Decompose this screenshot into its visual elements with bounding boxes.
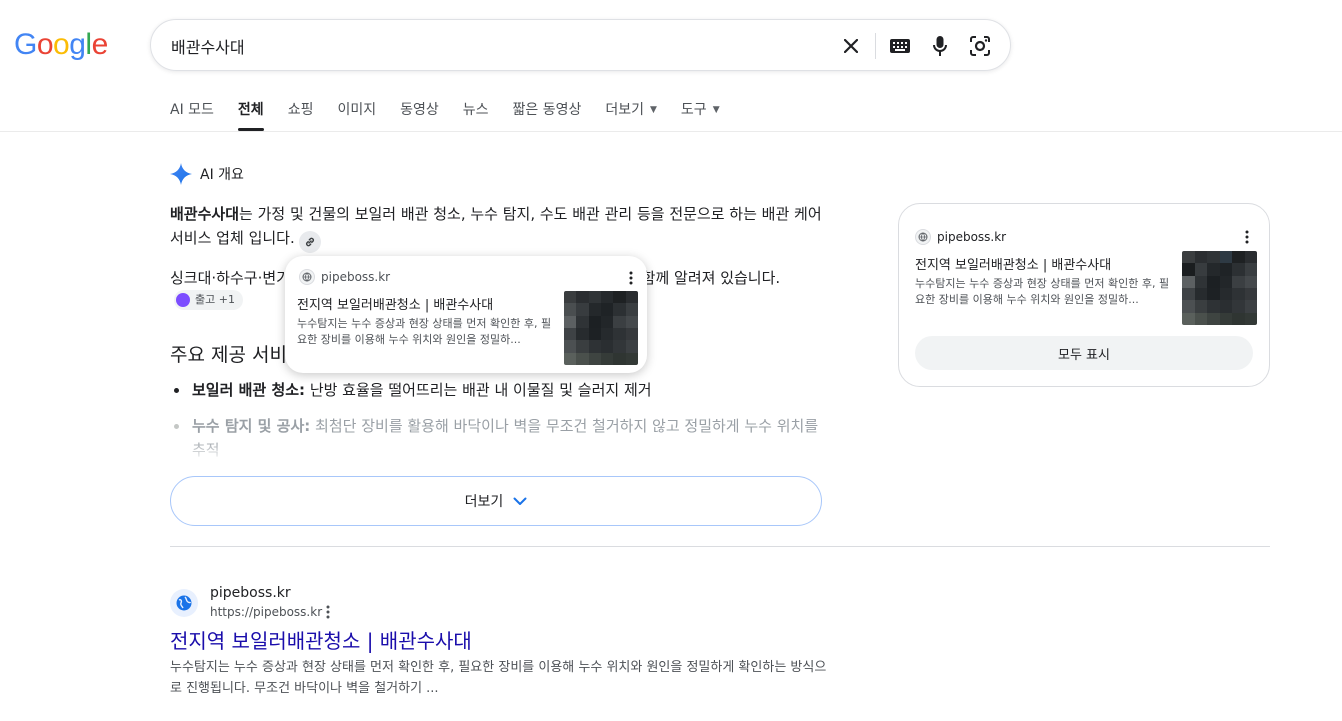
tab-tools[interactable]: 도구 ▼: [681, 100, 720, 132]
sources-panel: pipeboss.kr 전지역 보일러배관청소 | 배관수사대 누수탐지는 누수…: [898, 203, 1270, 387]
source-site-name: pipeboss.kr: [321, 270, 391, 284]
source-site-name: pipeboss.kr: [937, 230, 1007, 244]
search-input[interactable]: 배관수사대: [171, 34, 245, 58]
source-header: pipeboss.kr: [915, 229, 1006, 245]
google-logo[interactable]: Google: [14, 28, 108, 62]
microphone-icon[interactable]: [926, 32, 954, 60]
more-options-icon[interactable]: [629, 270, 633, 289]
ai-text: 입니다.: [248, 229, 295, 247]
globe-icon: [915, 229, 931, 245]
logo-letter: o: [36, 28, 54, 61]
tab-all[interactable]: 전체: [237, 100, 264, 132]
ai-overview-paragraph: 배관수사대는 가정 및 건물의 보일러 배관 청소, 누수 탐지, 수도 배관 …: [170, 202, 830, 253]
result-site-name[interactable]: pipeboss.kr: [210, 585, 291, 601]
section-divider: [170, 546, 1270, 547]
tab-images[interactable]: 이미지: [337, 100, 376, 132]
show-more-button[interactable]: 더보기: [170, 476, 822, 526]
search-divider: [875, 33, 876, 59]
source-description: 누수탐지는 누수 증상과 현장 상태를 먼저 확인한 후, 필요한 장비를 이용…: [297, 317, 552, 346]
site-favicon[interactable]: [170, 589, 198, 617]
source-thumbnail: [564, 291, 638, 365]
globe-icon: [299, 269, 315, 285]
source-thumbnail: [1182, 251, 1257, 325]
source-description: 누수탐지는 누수 증상과 현장 상태를 먼저 확인한 후, 필요한 장비를 이용…: [915, 277, 1170, 306]
source-header: pipeboss.kr: [299, 269, 390, 285]
show-all-button[interactable]: 모두 표시: [915, 336, 1253, 370]
list-item: 보일러 배관 청소: 난방 효율을 떨어뜨리는 배관 내 이물질 및 슬러지 제…: [170, 378, 830, 402]
more-options-icon[interactable]: [1245, 229, 1249, 248]
tab-news[interactable]: 뉴스: [463, 100, 489, 132]
tab-shopping[interactable]: 쇼핑: [288, 100, 314, 132]
search-actions: [837, 32, 994, 60]
fade-overlay: [170, 440, 830, 462]
show-more-label: 더보기: [464, 494, 504, 510]
reference-chip-label: 출고 +1: [195, 293, 235, 306]
list-item-text: 난방 효율을 떨어뜨리는 배관 내 이물질 및 슬러지 제거: [305, 381, 652, 399]
gemini-spark-icon: [170, 163, 192, 185]
caret-down-icon: ▼: [712, 105, 720, 115]
search-box[interactable]: 배관수사대: [150, 19, 1011, 71]
ai-overview-header: AI 개요: [170, 163, 244, 185]
logo-letter: G: [14, 28, 37, 61]
list-item-title: 보일러 배관 청소:: [192, 381, 306, 399]
search-tabs: AI 모드 전체 쇼핑 이미지 동영상 뉴스 짧은 동영상 더보기 ▼ 도구 ▼: [170, 100, 744, 132]
source-avatar-icon: [176, 293, 190, 307]
lens-icon[interactable]: [966, 32, 994, 60]
keyboard-icon[interactable]: [886, 32, 914, 60]
logo-letter: e: [91, 28, 109, 61]
tab-videos[interactable]: 동영상: [400, 100, 439, 132]
clear-icon[interactable]: [837, 32, 865, 60]
result-snippet: 누수탐지는 누수 증상과 현장 상태를 먼저 확인한 후, 필요한 장비를 이용…: [170, 660, 827, 696]
more-options-icon[interactable]: [326, 604, 330, 623]
tabs-divider: [0, 131, 1342, 132]
tab-short-videos[interactable]: 짧은 동영상: [513, 100, 582, 132]
ai-keyword: 배관수사대: [170, 205, 240, 223]
globe-icon: [176, 595, 192, 611]
tab-more-label: 더보기: [605, 102, 644, 118]
source-title[interactable]: 전지역 보일러배관청소 | 배관수사대: [297, 294, 493, 313]
result-title-link[interactable]: 전지역 보일러배관청소 | 배관수사대: [170, 625, 472, 654]
list-item-title: 누수 탐지 및 공사:: [192, 417, 311, 435]
caret-down-icon: ▼: [650, 105, 657, 115]
logo-letter: o: [53, 28, 70, 61]
source-title[interactable]: 전지역 보일러배관청소 | 배관수사대: [915, 254, 1111, 273]
result-url[interactable]: https://pipeboss.kr: [210, 605, 322, 619]
link-icon[interactable]: [298, 231, 321, 253]
chevron-down-icon: [513, 497, 527, 505]
tab-tools-label: 도구: [680, 102, 707, 118]
logo-letter: g: [69, 28, 86, 61]
source-preview-card[interactable]: pipeboss.kr 전지역 보일러배관청소 | 배관수사대 누수탐지는 누수…: [285, 256, 647, 373]
tab-more[interactable]: 더보기 ▼: [605, 100, 657, 132]
tab-ai-mode[interactable]: AI 모드: [170, 100, 214, 132]
reference-chip[interactable]: 출고 +1: [174, 290, 243, 310]
ai-overview-title: AI 개요: [200, 167, 244, 183]
ai-text: 싱크대·하수구·변기: [170, 269, 290, 287]
